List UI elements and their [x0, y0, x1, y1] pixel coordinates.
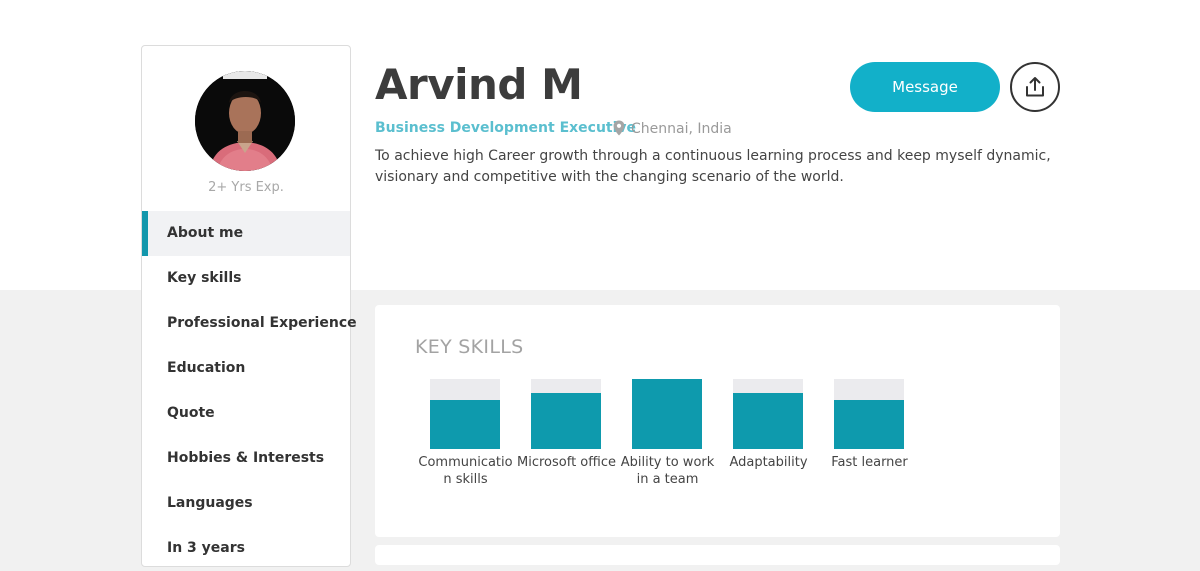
skill-bar-track: [632, 379, 702, 449]
skill-bar-track: [733, 379, 803, 449]
job-title: Business Development Executive: [375, 120, 637, 136]
skill-level-chart: Communication skills Microsoft office Abil…: [415, 379, 1035, 519]
skill-label: Ability to work in a team: [620, 455, 715, 487]
skill-bar-fill: [834, 400, 904, 449]
profile-summary: To achieve high Career growth through a …: [375, 148, 1051, 185]
nav-item-label: In 3 years: [167, 540, 245, 556]
share-button[interactable]: [1010, 62, 1060, 112]
skill-bar-fill: [733, 393, 803, 449]
nav-item-professional-experience[interactable]: Professional Experience: [142, 301, 357, 346]
skill-label: Fast learner: [831, 455, 908, 470]
skill-bar-fill: [632, 379, 702, 449]
experience-label: 2+ Yrs Exp.: [208, 180, 284, 195]
nav-item-about-me[interactable]: About me: [142, 211, 350, 256]
location-text: Chennai, India: [631, 121, 732, 137]
map-pin-icon: [613, 120, 625, 136]
skill-bar-track: [834, 379, 904, 449]
nav-item-label: Hobbies & Interests: [167, 450, 325, 466]
profile-section-nav: About me Key skills Professional Experie…: [142, 211, 357, 571]
nav-item-label: Education: [167, 360, 246, 376]
nav-item-key-skills[interactable]: Key skills: [142, 256, 350, 301]
key-skills-card: KEY SKILLS Communication skills Microsoft…: [375, 305, 1060, 537]
profile-sidebar: 2+ Yrs Exp. About me Key skills Professi…: [141, 45, 357, 567]
nav-item-label: Professional Experience: [167, 315, 357, 331]
profile-name: Arvind M: [375, 60, 583, 109]
skill-bar-track: [430, 379, 500, 449]
skill-bar-fill: [531, 393, 601, 449]
nav-item-in-3-years[interactable]: In 3 years: [142, 526, 350, 571]
nav-item-quote[interactable]: Quote: [142, 391, 350, 436]
share-icon: [1026, 77, 1044, 97]
avatar: [195, 71, 295, 171]
skill-bar-track: [531, 379, 601, 449]
nav-item-label: Quote: [167, 405, 215, 421]
skill-label: Communication skills: [418, 455, 513, 487]
key-skills-heading: KEY SKILLS: [415, 336, 524, 358]
nav-item-hobbies-interests[interactable]: Hobbies & Interests: [142, 436, 350, 481]
nav-item-label: About me: [167, 225, 244, 241]
skill-label: Microsoft office: [517, 455, 616, 470]
skill-label: Adaptability: [729, 455, 808, 470]
nav-item-education[interactable]: Education: [142, 346, 350, 391]
nav-item-label: Key skills: [167, 270, 242, 286]
message-button[interactable]: Message: [850, 62, 1000, 112]
skill-bar-fill: [430, 400, 500, 449]
nav-item-languages[interactable]: Languages: [142, 481, 350, 526]
location: Chennai, India: [613, 120, 732, 137]
next-section-card: [375, 545, 1060, 565]
nav-item-label: Languages: [167, 495, 253, 511]
